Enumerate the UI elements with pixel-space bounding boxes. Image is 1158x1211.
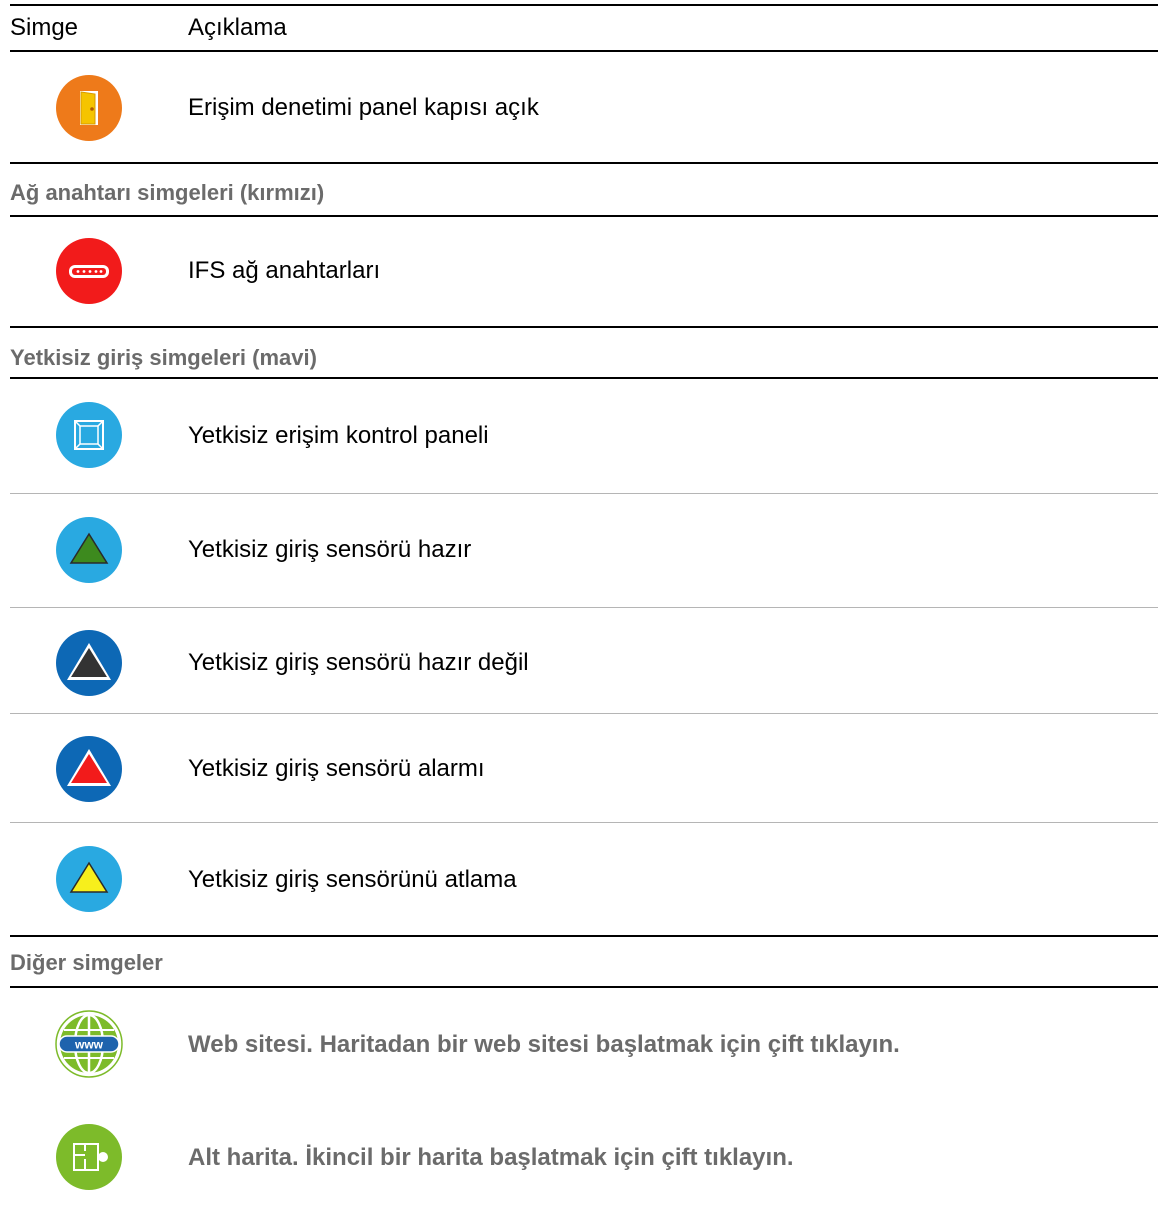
sensor-ready-icon [55,516,123,584]
row-text: Web sitesi. Haritadan bir web sitesi baş… [188,1031,900,1058]
row-divider [10,713,1158,714]
sensor-alarm-icon [55,735,123,803]
section-title-other: Diğer simgeler [10,950,163,975]
column-header-icon: Simge [10,14,79,41]
header-rule [10,50,1158,52]
section-title-intrusion: Yetkisiz giriş simgeleri (mavi) [10,345,317,370]
row-text: Yetkisiz erişim kontrol paneli [188,422,489,449]
row-text: Yetkisiz giriş sensörü alarmı [188,755,485,782]
section-rule [10,377,1158,379]
column-header-description: Açıklama [188,14,287,41]
row-text: Erişim denetimi panel kapısı açık [188,94,539,121]
control-panel-icon [55,401,123,469]
row-divider [10,607,1158,608]
section-rule [10,326,1158,328]
row-text: Alt harita. İkincil bir harita başlatmak… [188,1144,794,1171]
row-text: Yetkisiz giriş sensörü hazır değil [188,649,529,676]
section-title-switch: Ağ anahtarı simgeleri (kırmızı) [10,180,325,205]
row-divider [10,493,1158,494]
row-text: Yetkisiz giriş sensörünü atlama [188,866,517,893]
row-text: IFS ağ anahtarları [188,257,381,284]
section-rule [10,215,1158,217]
sensor-not-ready-icon [55,629,123,697]
svg-text:www: www [74,1038,104,1052]
submap-icon [55,1123,123,1191]
sensor-bypass-icon [55,845,123,913]
door-open-icon [55,74,123,142]
table-top-rule [10,4,1158,6]
row-divider [10,822,1158,823]
row-text: Yetkisiz giriş sensörü hazır [188,536,472,563]
section-rule [10,162,1158,164]
section-rule [10,935,1158,937]
network-switch-icon [55,237,123,305]
website-globe-icon: www [55,1010,123,1078]
section-rule [10,986,1158,988]
